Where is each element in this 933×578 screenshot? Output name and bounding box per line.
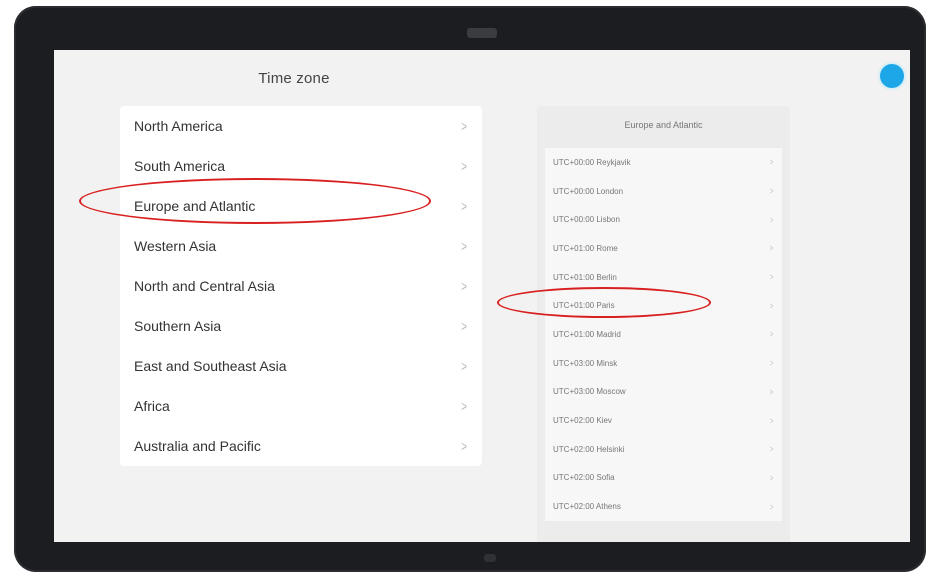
chevron-right-icon: > (769, 272, 774, 283)
region-label: North America (134, 118, 223, 134)
chevron-right-icon: > (461, 158, 467, 174)
chevron-right-icon: > (461, 118, 467, 134)
city-label: UTC+02:00 Kiev (553, 416, 612, 426)
city-list: UTC+00:00 Reykjavik > UTC+00:00 London >… (545, 148, 782, 521)
region-label: Africa (134, 398, 170, 414)
city-item-lisbon[interactable]: UTC+00:00 Lisbon > (545, 205, 782, 234)
region-label: East and Southeast Asia (134, 358, 287, 374)
region-label: Europe and Atlantic (134, 198, 256, 214)
city-label: UTC+02:00 Athens (553, 502, 621, 512)
chevron-right-icon: > (461, 278, 467, 294)
city-item-minsk[interactable]: UTC+03:00 Minsk > (545, 349, 782, 378)
chevron-right-icon: > (769, 386, 774, 397)
region-label: North and Central Asia (134, 278, 275, 294)
region-item-australia-and-pacific[interactable]: Australia and Pacific > (120, 426, 482, 466)
city-item-paris[interactable]: UTC+01:00 Paris > (545, 291, 782, 320)
city-label: UTC+00:00 Lisbon (553, 215, 620, 225)
screen: Time zone North America > South America … (54, 50, 910, 542)
chevron-right-icon: > (769, 214, 774, 225)
chevron-right-icon: > (461, 238, 467, 254)
chevron-right-icon: > (461, 358, 467, 374)
city-item-london[interactable]: UTC+00:00 London > (545, 177, 782, 206)
city-label: UTC+01:00 Madrid (553, 329, 621, 339)
region-item-africa[interactable]: Africa > (120, 386, 482, 426)
city-item-reykjavik[interactable]: UTC+00:00 Reykjavik > (545, 148, 782, 177)
region-item-north-america[interactable]: North America > (120, 106, 482, 146)
home-button[interactable] (484, 554, 496, 562)
chevron-right-icon: > (769, 501, 774, 512)
region-label: Southern Asia (134, 318, 222, 334)
chevron-right-icon: > (769, 358, 774, 369)
city-label: UTC+02:00 Helsinki (553, 444, 625, 454)
city-item-helsinki[interactable]: UTC+02:00 Helsinki > (545, 435, 782, 464)
region-list: North America > South America > Europe a… (120, 106, 482, 466)
page-title: Time zone (258, 70, 330, 87)
city-item-rome[interactable]: UTC+01:00 Rome > (545, 234, 782, 263)
city-label: UTC+01:00 Paris (553, 301, 615, 311)
city-panel: Europe and Atlantic UTC+00:00 Reykjavik … (537, 106, 790, 542)
chevron-right-icon: > (769, 243, 774, 254)
region-label: South America (134, 158, 226, 174)
city-label: UTC+00:00 London (553, 186, 624, 196)
camera-icon (467, 28, 497, 38)
chevron-right-icon: > (769, 472, 774, 483)
region-item-north-and-central-asia[interactable]: North and Central Asia > (120, 266, 482, 306)
city-label: UTC+03:00 Minsk (553, 358, 618, 368)
region-item-western-asia[interactable]: Western Asia > (120, 226, 482, 266)
city-label: UTC+02:00 Sofia (553, 473, 615, 483)
region-item-europe-and-atlantic[interactable]: Europe and Atlantic > (120, 186, 482, 226)
city-label: UTC+01:00 Berlin (553, 272, 617, 282)
city-label: UTC+01:00 Rome (553, 243, 618, 253)
chevron-right-icon: > (461, 398, 467, 414)
city-item-moscow[interactable]: UTC+03:00 Moscow > (545, 378, 782, 407)
city-item-sofia[interactable]: UTC+02:00 Sofia > (545, 464, 782, 493)
city-item-madrid[interactable]: UTC+01:00 Madrid > (545, 320, 782, 349)
city-item-athens[interactable]: UTC+02:00 Athens > (545, 492, 782, 521)
chevron-right-icon: > (461, 318, 467, 334)
chevron-right-icon: > (769, 300, 774, 311)
chevron-right-icon: > (461, 198, 467, 214)
region-label: Western Asia (134, 238, 217, 254)
chevron-right-icon: > (769, 444, 774, 455)
region-item-east-and-southeast-asia[interactable]: East and Southeast Asia > (120, 346, 482, 386)
region-item-southern-asia[interactable]: Southern Asia > (120, 306, 482, 346)
city-panel-title: Europe and Atlantic (624, 120, 703, 130)
chevron-right-icon: > (769, 157, 774, 168)
city-item-berlin[interactable]: UTC+01:00 Berlin > (545, 263, 782, 292)
chevron-right-icon: > (769, 186, 774, 197)
settings-icon[interactable] (880, 64, 904, 88)
chevron-right-icon: > (769, 329, 774, 340)
city-label: UTC+03:00 Moscow (553, 387, 626, 397)
chevron-right-icon: > (461, 438, 467, 454)
city-item-kiev[interactable]: UTC+02:00 Kiev > (545, 406, 782, 435)
region-label: Australia and Pacific (134, 438, 261, 454)
device-frame: Time zone North America > South America … (14, 6, 926, 572)
region-item-south-america[interactable]: South America > (120, 146, 482, 186)
chevron-right-icon: > (769, 415, 774, 426)
city-label: UTC+00:00 Reykjavik (553, 157, 631, 167)
